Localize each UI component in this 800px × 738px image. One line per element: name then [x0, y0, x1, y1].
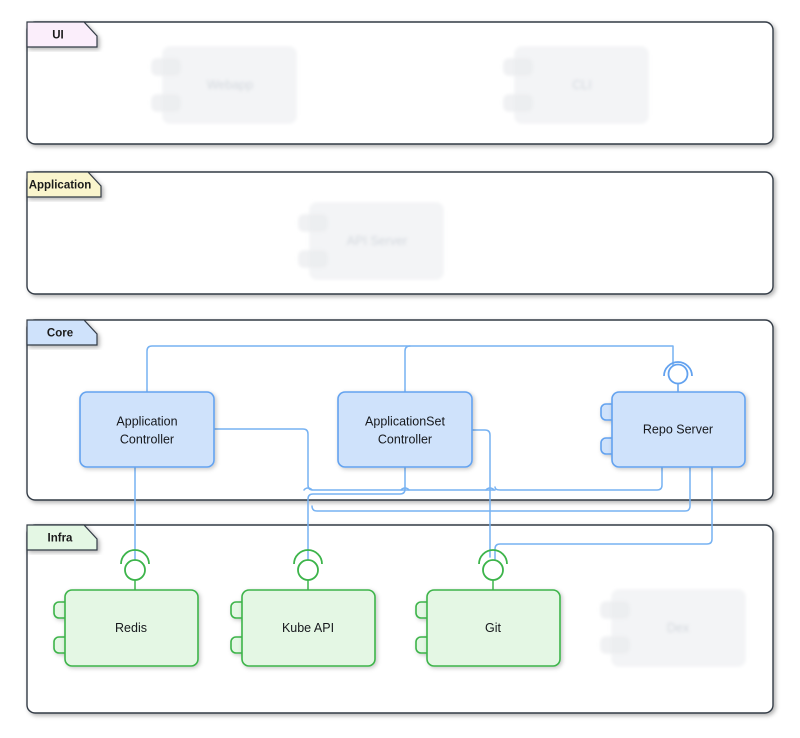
dex-label: Dex [667, 621, 690, 635]
architecture-diagram: UI Application Core Infra Application Co… [0, 0, 800, 738]
kube-api-label: Kube API [282, 621, 334, 635]
applicationset-controller-box[interactable] [337, 391, 473, 468]
component-applicationset-controller[interactable]: ApplicationSet Controller [337, 391, 473, 468]
component-application-controller[interactable]: Application Controller [79, 391, 215, 468]
panel-ui: UI [26, 21, 774, 145]
cli-label: CLI [572, 78, 591, 92]
panel-ui-label: UI [52, 30, 64, 42]
redis-label: Redis [115, 621, 147, 635]
git-socket-circle-icon [482, 559, 504, 581]
application-controller-box[interactable] [79, 391, 215, 468]
application-controller-label-line1: Application [116, 414, 177, 428]
kube-api-socket-circle-icon [297, 559, 319, 581]
webapp-label: Webapp [207, 78, 253, 92]
application-controller-label-line2: Controller [120, 432, 174, 446]
applicationset-controller-label-line2: Controller [378, 432, 432, 446]
diagram-canvas: UI Application Core Infra Application Co… [26, 21, 774, 714]
panel-infra-label: Infra [48, 533, 74, 545]
git-label: Git [485, 621, 502, 635]
component-webapp: Webapp [151, 46, 297, 124]
applicationset-controller-label-line1: ApplicationSet [365, 414, 445, 428]
component-api-server: API Server [298, 202, 444, 280]
repo-server-label: Repo Server [643, 422, 713, 436]
panel-core-label: Core [47, 328, 73, 340]
panel-application-label: Application [29, 180, 92, 192]
repo-server-socket-circle-icon [667, 363, 689, 385]
api-server-label: API Server [347, 234, 407, 248]
redis-socket-circle-icon [124, 559, 146, 581]
component-dex: Dex [600, 589, 746, 667]
panel-ui-rect [26, 21, 774, 145]
component-cli: CLI [503, 46, 649, 124]
